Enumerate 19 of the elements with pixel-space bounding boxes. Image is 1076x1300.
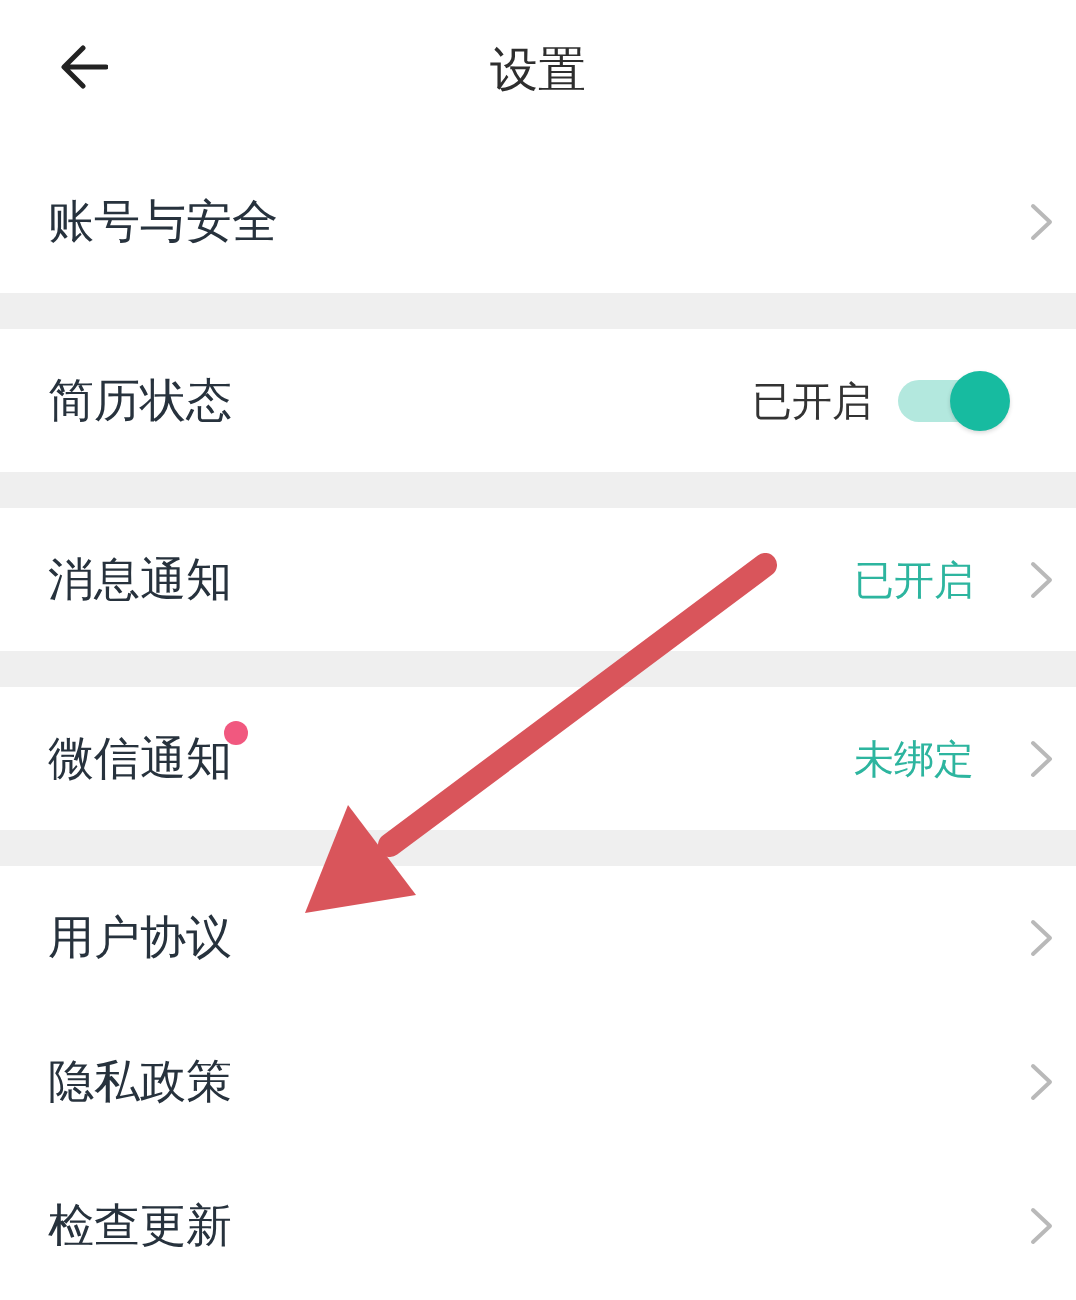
chevron-right-icon [1030,202,1054,241]
toggle-switch[interactable] [898,370,1010,431]
row-label: 账号与安全 [48,193,278,248]
row-label: 检查更新 [48,1198,232,1253]
row-label: 微信通知 [48,730,232,785]
row-label: 隐私政策 [48,1054,232,1109]
page-title: 设置 [490,41,586,99]
row-label: 消息通知 [48,551,232,606]
back-icon[interactable] [60,45,108,89]
status-text: 已开启 [854,555,974,604]
chevron-right-icon [1030,739,1054,778]
chevron-right-icon [1030,1207,1054,1245]
status-text: 已开启 [752,376,872,425]
row-label: 用户协议 [48,910,232,965]
status-text: 未绑定 [854,734,974,783]
row-label: 简历状态 [48,372,232,427]
chevron-right-icon [1030,1063,1054,1101]
chevron-right-icon [1030,560,1054,599]
chevron-right-icon [1030,919,1054,957]
